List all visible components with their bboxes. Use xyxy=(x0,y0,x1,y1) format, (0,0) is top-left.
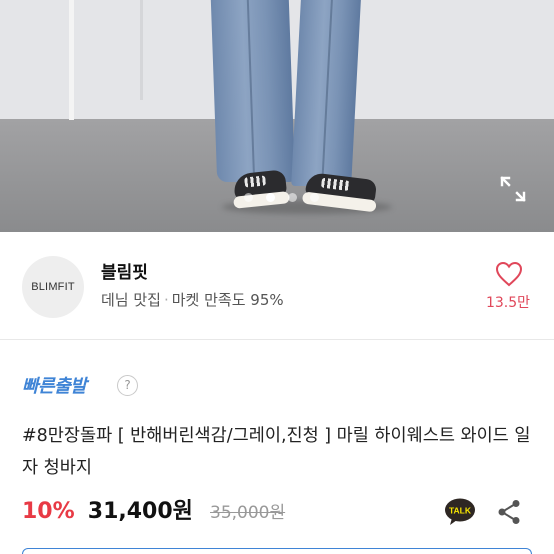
shop-info-row[interactable]: BLIMFIT 블림핏 데님 맛집 · 마켓 만족도 95% 13.5만 xyxy=(0,232,554,340)
slide-dot-active[interactable] xyxy=(266,193,275,202)
shop-logo[interactable]: BLIMFIT xyxy=(22,256,84,318)
share-icon[interactable] xyxy=(497,499,521,525)
jeans-left-leg xyxy=(210,0,296,182)
sale-price: 31,400원 xyxy=(87,499,193,524)
product-title: #8만장돌파 [ 반해버린색감/그레이,진청 ] 마릴 하이웨스트 와이드 일자… xyxy=(22,426,531,478)
slide-dot[interactable] xyxy=(288,193,297,202)
fast-shipping-badge: 빠른출발 xyxy=(22,376,87,397)
expand-icon[interactable] xyxy=(499,175,527,203)
shop-satisfaction: 마켓 만족도 95% xyxy=(171,291,284,309)
kakaotalk-label: TALK xyxy=(449,506,472,516)
price-row: 10% 31,400원 35,000원 xyxy=(22,493,285,529)
kakaotalk-icon[interactable]: TALK xyxy=(444,498,476,526)
help-question-icon[interactable]: ? xyxy=(117,375,138,396)
bottom-action-bar[interactable] xyxy=(22,548,532,554)
slide-dot[interactable] xyxy=(310,193,319,202)
shop-subtitle: 데님 맛집 · 마켓 만족도 95% xyxy=(101,289,284,310)
shop-category: 데님 맛집 xyxy=(101,291,161,309)
shop-name[interactable]: 블림핏 xyxy=(101,258,148,283)
slide-dot[interactable] xyxy=(244,193,253,202)
product-image-gallery[interactable] xyxy=(0,0,554,232)
slide-indicator xyxy=(0,193,554,203)
heart-icon[interactable] xyxy=(495,261,523,287)
jeans-right-leg xyxy=(291,0,361,186)
image-backdrop-pole xyxy=(69,0,74,120)
original-price: 35,000원 xyxy=(210,503,286,523)
like-count: 13.5만 xyxy=(485,295,531,311)
discount-rate: 10% xyxy=(22,499,75,524)
shop-logo-text: BLIMFIT xyxy=(31,281,75,293)
shop-separator: · xyxy=(163,291,169,309)
image-backdrop-pole xyxy=(140,0,143,100)
